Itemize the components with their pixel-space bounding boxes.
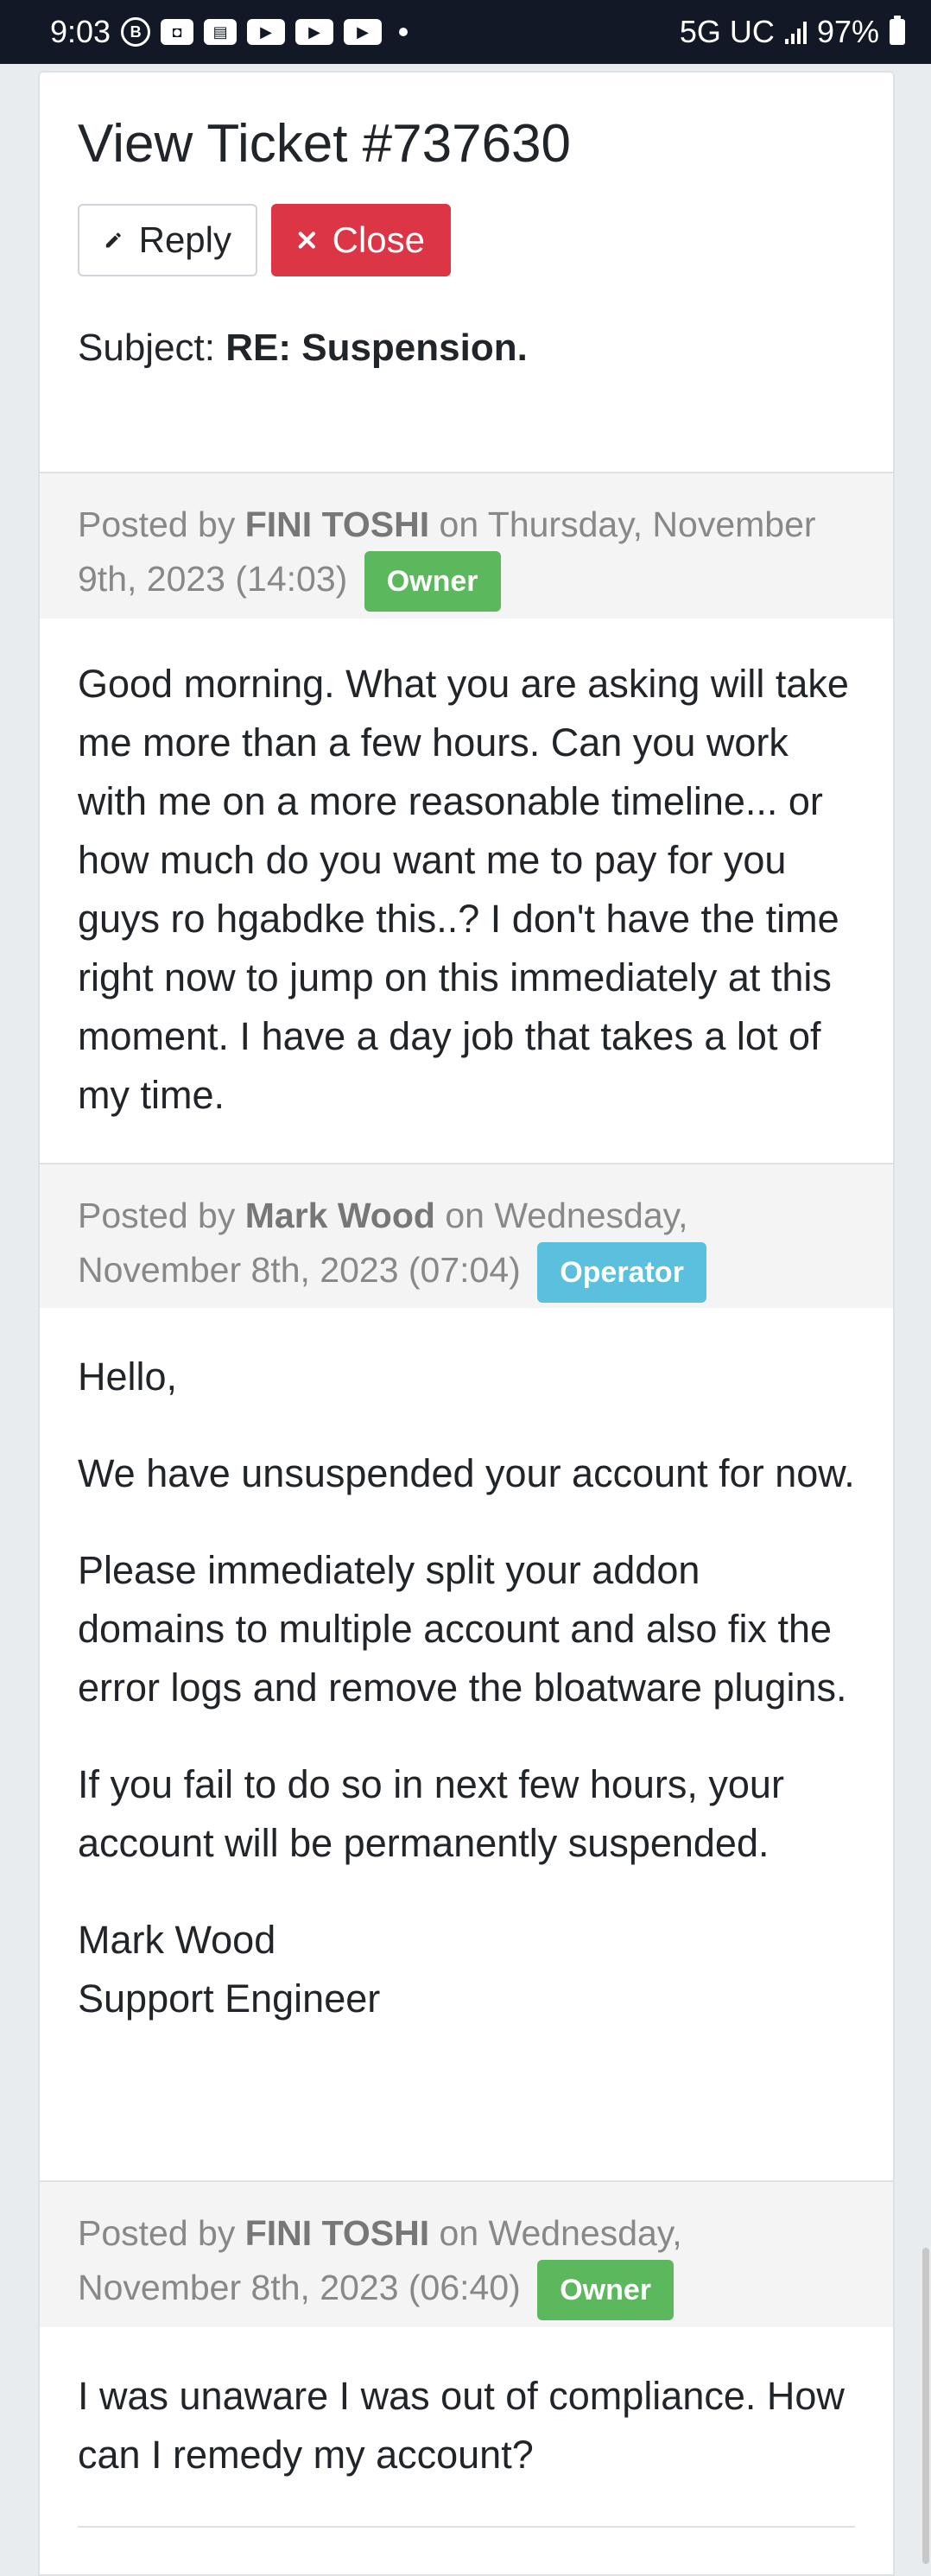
posted-by-prefix: Posted by xyxy=(78,2213,236,2253)
subject-label: Subject: xyxy=(78,327,215,369)
status-right: 5G UC 97% xyxy=(680,14,905,50)
post-meta: Posted by FINI TOSHI on Thursday, Novemb… xyxy=(40,473,893,619)
youtube-icon-3: ▶ xyxy=(344,19,383,45)
post-body: I was unaware I was out of compliance. H… xyxy=(40,2327,893,2526)
youtube-icon: ▶ xyxy=(247,19,286,45)
status-time: 9:03 xyxy=(50,14,111,49)
post-author: Mark Wood xyxy=(244,1196,435,1235)
role-badge: Owner xyxy=(537,2260,674,2320)
post-paragraph: I was unaware I was out of compliance. H… xyxy=(78,2374,845,2477)
post-paragraph: Please immediately split your addon doma… xyxy=(78,1548,847,1710)
ticket-actions: Reply Close xyxy=(78,204,855,276)
status-left: 9:03 B ◘ ▤ ▶ ▶ ▶ xyxy=(50,14,408,50)
post-paragraph: If you fail to do so in next few hours, … xyxy=(78,1762,784,1865)
battery-percent: 97% xyxy=(816,14,879,49)
posted-by-prefix: Posted by xyxy=(78,1196,236,1235)
close-ticket-button[interactable]: Close xyxy=(271,204,451,276)
post-paragraph: Hello, xyxy=(78,1355,178,1399)
youtube-icon-2: ▶ xyxy=(295,19,334,45)
ticket-header: View Ticket #737630 Reply Close Subject:… xyxy=(40,73,893,473)
more-notifications-dot-icon xyxy=(399,28,408,36)
ticket-card: View Ticket #737630 Reply Close Subject:… xyxy=(38,71,895,2576)
signal-icon xyxy=(784,20,807,44)
scrollbar[interactable] xyxy=(922,2248,929,2564)
close-icon xyxy=(298,232,315,249)
message-icon: ▤ xyxy=(204,19,238,45)
role-badge: Operator xyxy=(537,1242,706,1303)
pencil-icon xyxy=(105,232,121,248)
post-author: FINI TOSHI xyxy=(244,504,430,544)
reply-button[interactable]: Reply xyxy=(78,204,257,276)
reply-label: Reply xyxy=(138,219,231,260)
post-meta: Posted by FINI TOSHI on Wednesday, Novem… xyxy=(40,2182,893,2327)
ticket-subject: Subject: RE: Suspension. xyxy=(78,327,855,370)
close-label: Close xyxy=(332,219,425,260)
post-paragraph: We have unsuspended your account for now… xyxy=(78,1451,855,1495)
network-label: 5G UC xyxy=(679,14,775,49)
battery-icon xyxy=(890,16,905,45)
b-circle-icon: B xyxy=(121,17,151,47)
post-body: Good morning. What you are asking will t… xyxy=(40,619,893,1164)
post-meta: Posted by Mark Wood on Wednesday, Novemb… xyxy=(40,1164,893,1308)
subject-value: RE: Suspension. xyxy=(225,327,528,369)
status-bar: 9:03 B ◘ ▤ ▶ ▶ ▶ 5G UC 97% xyxy=(0,0,931,64)
role-badge: Owner xyxy=(364,551,501,612)
posted-by-prefix: Posted by xyxy=(78,504,236,544)
post-body: Hello, We have unsuspended your account … xyxy=(40,1308,893,2182)
post-author: FINI TOSHI xyxy=(244,2213,430,2253)
signature-name: Mark Wood xyxy=(78,1918,276,1962)
divider xyxy=(78,2526,855,2528)
page-title: View Ticket #737630 xyxy=(78,114,572,174)
app-notification-icon: ◘ xyxy=(161,19,194,45)
post-paragraph: Good morning. What you are asking will t… xyxy=(78,662,849,1117)
signature-title: Support Engineer xyxy=(78,1976,381,2021)
